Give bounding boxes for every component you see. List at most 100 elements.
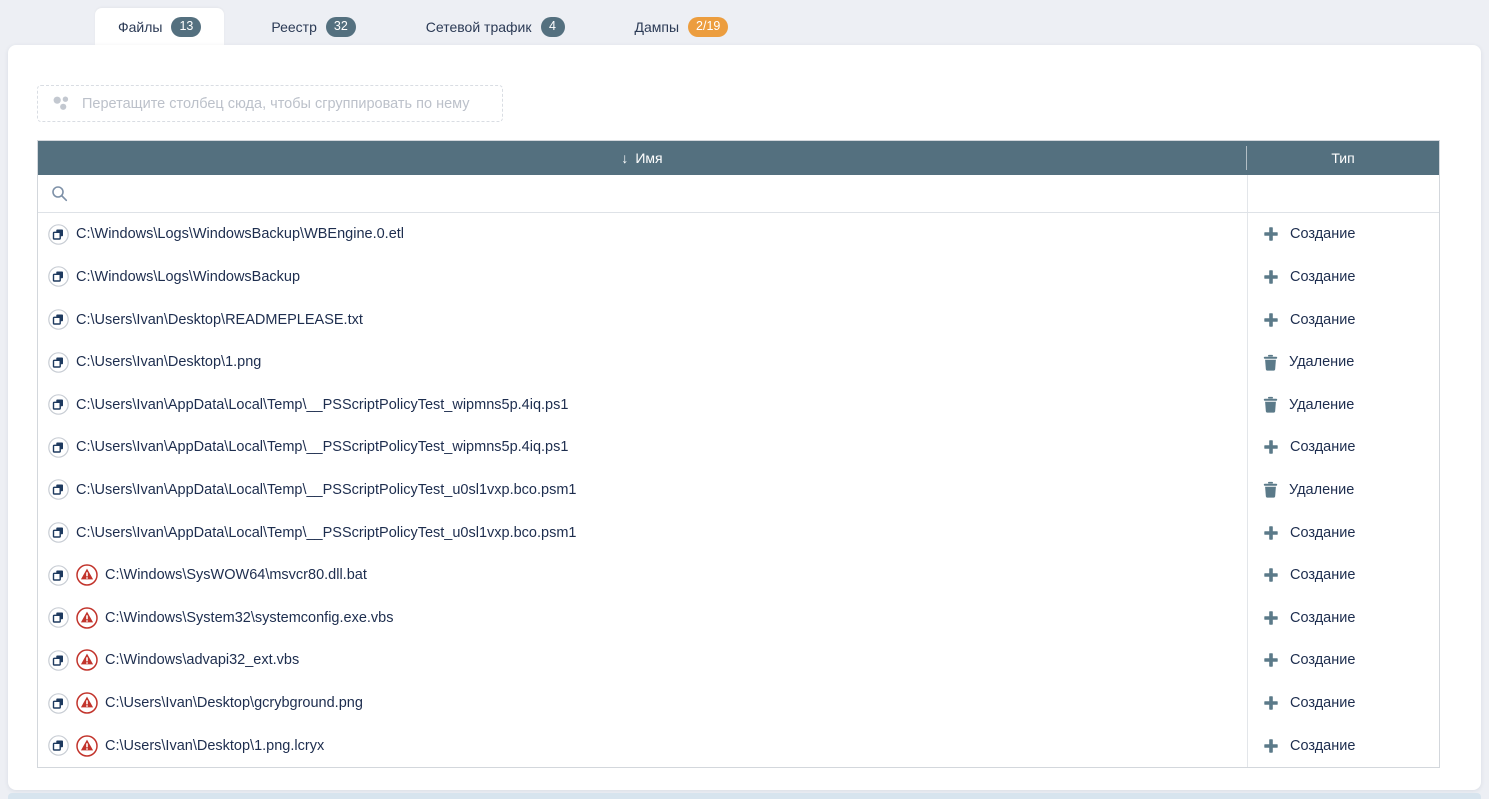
- action-label: Создание: [1290, 312, 1355, 328]
- tab-registry[interactable]: Реестр 32: [248, 8, 378, 45]
- create-action-icon: [1263, 226, 1279, 242]
- copy-path-icon[interactable]: [48, 437, 69, 458]
- create-action-icon: [1263, 610, 1279, 626]
- copy-path-icon[interactable]: [48, 479, 69, 500]
- malicious-warning-icon: [76, 607, 98, 629]
- tab-dumps[interactable]: Дампы 2/19: [612, 8, 752, 45]
- column-type-label: Тип: [1331, 150, 1354, 166]
- create-action-icon: [1263, 738, 1279, 754]
- tab-network[interactable]: Сетевой трафик 4: [403, 8, 588, 45]
- action-label: Создание: [1290, 610, 1355, 626]
- table-row[interactable]: C:\Users\Ivan\AppData\Local\Temp\__PSScr…: [38, 426, 1439, 469]
- action-label: Создание: [1290, 439, 1355, 455]
- name-cell: C:\Windows\Logs\WindowsBackup\WBEngine.0…: [38, 213, 1248, 256]
- name-cell: C:\Users\Ivan\Desktop\gcrybground.png: [38, 682, 1248, 725]
- type-filter-cell: [1248, 175, 1439, 212]
- copy-path-icon[interactable]: [48, 224, 69, 245]
- copy-path-icon[interactable]: [48, 607, 69, 628]
- table-row[interactable]: C:\Users\Ivan\AppData\Local\Temp\__PSScr…: [38, 511, 1439, 554]
- tab-label: Файлы: [118, 19, 162, 35]
- name-cell: C:\Users\Ivan\Desktop\1.png: [38, 341, 1248, 384]
- group-hint-text: Перетащите столбец сюда, чтобы сгруппиро…: [82, 96, 470, 112]
- delete-action-icon: [1263, 354, 1278, 371]
- name-cell: C:\Windows\SysWOW64\msvcr80.dll.bat: [38, 554, 1248, 597]
- table-row[interactable]: C:\Users\Ivan\Desktop\gcrybground.png Со…: [38, 682, 1439, 725]
- file-path: C:\Users\Ivan\Desktop\READMEPLEASE.txt: [76, 312, 363, 328]
- group-icon: [52, 95, 71, 112]
- malicious-warning-icon: [76, 735, 98, 757]
- table-row[interactable]: C:\Users\Ivan\Desktop\READMEPLEASE.txt С…: [38, 298, 1439, 341]
- filter-row: [38, 175, 1439, 213]
- tab-count-badge: 32: [326, 17, 356, 37]
- create-action-icon: [1263, 567, 1279, 583]
- name-cell: C:\Windows\advapi32_ext.vbs: [38, 639, 1248, 682]
- copy-path-icon[interactable]: [48, 394, 69, 415]
- copy-path-icon[interactable]: [48, 266, 69, 287]
- file-path: C:\Windows\advapi32_ext.vbs: [105, 652, 299, 668]
- table-row[interactable]: C:\Windows\advapi32_ext.vbs Создание: [38, 639, 1439, 682]
- action-label: Создание: [1290, 695, 1355, 711]
- tab-files[interactable]: Файлы 13: [95, 8, 224, 45]
- action-label: Удаление: [1289, 354, 1354, 370]
- table-row[interactable]: C:\Windows\Logs\WindowsBackup Создание: [38, 256, 1439, 299]
- create-action-icon: [1263, 525, 1279, 541]
- name-cell: C:\Users\Ivan\Desktop\1.png.lcryx: [38, 724, 1248, 767]
- sort-desc-icon: ↓: [621, 151, 628, 165]
- type-cell: Создание: [1248, 256, 1439, 299]
- column-header-name[interactable]: ↓ Имя: [38, 141, 1246, 175]
- action-label: Создание: [1290, 269, 1355, 285]
- table-row[interactable]: C:\Users\Ivan\AppData\Local\Temp\__PSScr…: [38, 383, 1439, 426]
- copy-path-icon[interactable]: [48, 309, 69, 330]
- tab-count-badge: 4: [541, 17, 565, 37]
- copy-path-icon[interactable]: [48, 693, 69, 714]
- type-cell: Создание: [1248, 213, 1439, 256]
- type-cell: Создание: [1248, 639, 1439, 682]
- type-cell: Создание: [1248, 511, 1439, 554]
- name-cell: C:\Windows\Logs\WindowsBackup: [38, 256, 1248, 299]
- copy-path-icon[interactable]: [48, 565, 69, 586]
- name-cell: C:\Users\Ivan\Desktop\READMEPLEASE.txt: [38, 298, 1248, 341]
- copy-path-icon[interactable]: [48, 522, 69, 543]
- table-row[interactable]: C:\Windows\Logs\WindowsBackup\WBEngine.0…: [38, 213, 1439, 256]
- type-cell: Создание: [1248, 298, 1439, 341]
- table-row[interactable]: C:\Windows\SysWOW64\msvcr80.dll.bat Созд…: [38, 554, 1439, 597]
- delete-action-icon: [1263, 396, 1278, 413]
- files-table: ↓ Имя Тип: [37, 140, 1440, 768]
- file-path: C:\Windows\System32\systemconfig.exe.vbs: [105, 610, 394, 626]
- action-label: Создание: [1290, 525, 1355, 541]
- type-cell: Создание: [1248, 426, 1439, 469]
- table-row[interactable]: C:\Users\Ivan\AppData\Local\Temp\__PSScr…: [38, 469, 1439, 512]
- tab-label: Дампы: [635, 19, 680, 35]
- type-cell: Удаление: [1248, 469, 1439, 512]
- table-row[interactable]: C:\Users\Ivan\Desktop\1.png Удаление: [38, 341, 1439, 384]
- action-label: Создание: [1290, 567, 1355, 583]
- table-row[interactable]: C:\Users\Ivan\Desktop\1.png.lcryx Создан…: [38, 724, 1439, 767]
- delete-action-icon: [1263, 481, 1278, 498]
- column-header-type[interactable]: Тип: [1247, 141, 1439, 175]
- copy-path-icon[interactable]: [48, 735, 69, 756]
- file-path: C:\Users\Ivan\Desktop\1.png: [76, 354, 261, 370]
- action-label: Создание: [1290, 738, 1355, 754]
- action-label: Создание: [1290, 226, 1355, 242]
- type-cell: Создание: [1248, 682, 1439, 725]
- create-action-icon: [1263, 312, 1279, 328]
- copy-path-icon[interactable]: [48, 650, 69, 671]
- tab-label: Сетевой трафик: [426, 19, 532, 35]
- create-action-icon: [1263, 439, 1279, 455]
- tab-count-badge: 2/19: [688, 17, 728, 37]
- table-row[interactable]: C:\Windows\System32\systemconfig.exe.vbs…: [38, 596, 1439, 639]
- action-label: Удаление: [1289, 482, 1354, 498]
- file-path: C:\Windows\SysWOW64\msvcr80.dll.bat: [105, 567, 367, 583]
- malicious-warning-icon: [76, 564, 98, 586]
- tab-bar: Файлы 13 Реестр 32 Сетевой трафик 4 Дамп…: [95, 8, 775, 45]
- file-path: C:\Windows\Logs\WindowsBackup\WBEngine.0…: [76, 226, 404, 242]
- file-path: C:\Users\Ivan\Desktop\1.png.lcryx: [105, 738, 324, 754]
- type-cell: Удаление: [1248, 341, 1439, 384]
- column-name-label: Имя: [635, 150, 662, 166]
- copy-path-icon[interactable]: [48, 352, 69, 373]
- table-header: ↓ Имя Тип: [38, 141, 1439, 175]
- name-filter-input[interactable]: [76, 175, 1247, 212]
- type-cell: Удаление: [1248, 383, 1439, 426]
- create-action-icon: [1263, 695, 1279, 711]
- group-by-drop-zone[interactable]: Перетащите столбец сюда, чтобы сгруппиро…: [37, 85, 503, 122]
